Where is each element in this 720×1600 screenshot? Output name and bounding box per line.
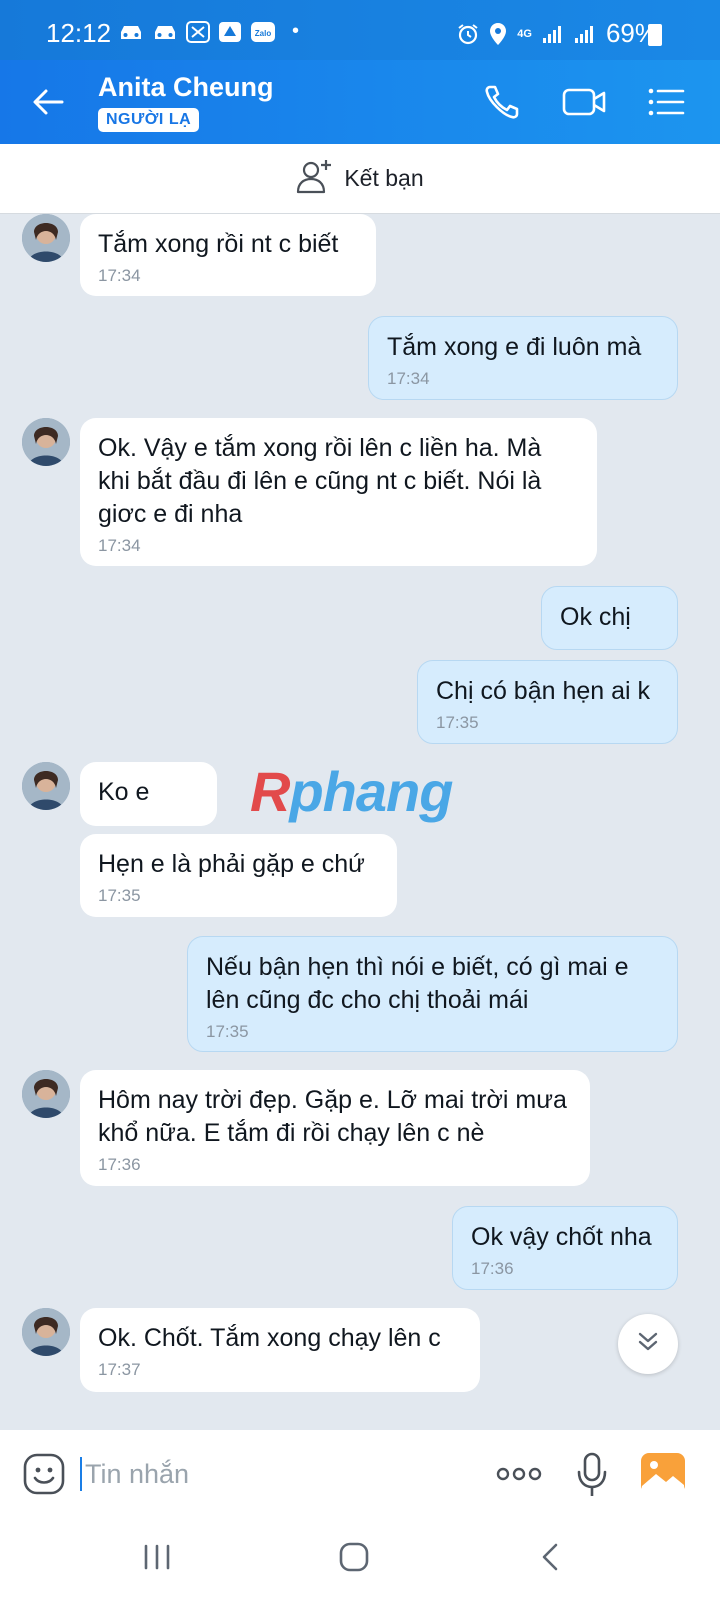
network-type: 4G (517, 27, 532, 40)
signal-icon (542, 24, 564, 44)
avatar[interactable] (22, 214, 70, 262)
message-time: 17:35 (98, 886, 141, 905)
recent-apps-icon[interactable] (142, 1542, 172, 1577)
notification-icons: Zalo • (118, 20, 299, 43)
incoming-message[interactable]: Ok. Chốt. Tắm xong chạy lên c 17:37 (80, 1308, 480, 1392)
message-time: 17:34 (98, 536, 141, 555)
message-text: Ko e (98, 778, 150, 806)
avatar[interactable] (22, 762, 70, 810)
message-time: 17:35 (436, 713, 479, 732)
signal-icon (574, 24, 596, 44)
chat-header: Anita Cheung NGƯỜI LẠ (0, 60, 720, 144)
message-input-bar: Tin nhắn (0, 1430, 720, 1520)
menu-list-icon[interactable] (646, 82, 686, 122)
car-icon (118, 22, 144, 42)
capcut-icon (186, 20, 210, 43)
message-list[interactable]: Tắm xong rồi nt c biết 17:34 Tắm xong e … (0, 214, 720, 1430)
sticker-emoji-icon[interactable] (22, 1452, 66, 1496)
incoming-message[interactable]: Hôm nay trời đẹp. Gặp e. Lỡ mai trời mưa… (80, 1070, 590, 1186)
message-text: Ok chị (560, 603, 631, 631)
avatar[interactable] (22, 1070, 70, 1118)
avatar[interactable] (22, 1308, 70, 1356)
system-navigation-bar (0, 1520, 720, 1600)
message-text: Chị có bận hẹn ai k (436, 677, 651, 705)
status-time: 12:12 (46, 18, 112, 48)
message-text: Ok vậy chốt nha (471, 1223, 652, 1251)
add-friend-icon (296, 158, 334, 200)
outgoing-message[interactable]: Tắm xong e đi luôn mà 17:34 (368, 316, 678, 400)
add-friend-bar: Kết bạn (0, 144, 720, 214)
battery-icon (648, 24, 662, 46)
scroll-to-bottom-button[interactable] (618, 1314, 678, 1374)
contact-name[interactable]: Anita Cheung (98, 72, 274, 103)
image-gallery-icon[interactable] (640, 1452, 686, 1494)
system-icons: 4G 69% (457, 18, 658, 49)
location-icon (489, 22, 507, 46)
watermark-logo: Rphang (250, 759, 453, 824)
more-options-icon[interactable] (496, 1460, 542, 1493)
car-icon (152, 22, 178, 42)
outgoing-message[interactable]: Ok chị (541, 586, 678, 650)
add-friend-label: Kết bạn (344, 165, 424, 191)
add-friend-button[interactable]: Kết bạn (296, 158, 424, 200)
svg-text:Zalo: Zalo (255, 29, 272, 38)
message-time: 17:36 (98, 1155, 141, 1174)
message-text: Hôm nay trời đẹp. Gặp e. Lỡ mai trời mưa… (98, 1086, 567, 1147)
text-caret (80, 1457, 82, 1491)
double-chevron-down-icon (634, 1328, 662, 1361)
incoming-message[interactable]: Hẹn e là phải gặp e chứ 17:35 (80, 834, 397, 917)
avatar[interactable] (22, 418, 70, 466)
zalo-icon: Zalo (250, 21, 276, 43)
video-call-icon[interactable] (560, 82, 608, 122)
alarm-icon (457, 23, 479, 45)
outgoing-message[interactable]: Ok vậy chốt nha 17:36 (452, 1206, 678, 1290)
notification-dot: • (292, 20, 300, 42)
message-text: Hẹn e là phải gặp e chứ (98, 850, 365, 878)
message-text: Tắm xong rồi nt c biết (98, 230, 339, 258)
message-input[interactable]: Tin nhắn (80, 1452, 460, 1496)
message-input-placeholder: Tin nhắn (85, 1458, 190, 1489)
nav-back-icon[interactable] (538, 1542, 562, 1577)
outgoing-message[interactable]: Chị có bận hẹn ai k 17:35 (417, 660, 678, 744)
message-time: 17:36 (471, 1259, 514, 1278)
message-text: Ok. Chốt. Tắm xong chạy lên c (98, 1324, 441, 1352)
status-bar: 12:12 Zalo • 4G 69% (0, 0, 720, 60)
phone-call-icon[interactable] (482, 82, 522, 122)
incoming-message[interactable]: Ok. Vậy e tắm xong rồi lên c liền ha. Mà… (80, 418, 597, 566)
stranger-badge: NGƯỜI LẠ (98, 108, 200, 132)
incoming-message[interactable]: Tắm xong rồi nt c biết 17:34 (80, 214, 376, 296)
microphone-icon[interactable] (576, 1452, 608, 1498)
watermark-rest: phang (289, 760, 453, 823)
message-text: Tắm xong e đi luôn mà (387, 333, 642, 361)
message-time: 17:35 (206, 1022, 249, 1041)
map-app-icon (218, 21, 242, 43)
message-time: 17:37 (98, 1360, 141, 1379)
message-time: 17:34 (387, 369, 430, 388)
back-arrow-icon[interactable] (30, 84, 66, 120)
incoming-message[interactable]: Ko e (80, 762, 217, 826)
watermark-first-letter: R (250, 760, 290, 823)
message-time: 17:34 (98, 266, 141, 285)
message-text: Ok. Vậy e tắm xong rồi lên c liền ha. Mà… (98, 434, 542, 528)
message-text: Nếu bận hẹn thì nói e biết, có gì mai e … (206, 953, 629, 1014)
outgoing-message[interactable]: Nếu bận hẹn thì nói e biết, có gì mai e … (187, 936, 678, 1052)
home-icon[interactable] (338, 1542, 370, 1577)
